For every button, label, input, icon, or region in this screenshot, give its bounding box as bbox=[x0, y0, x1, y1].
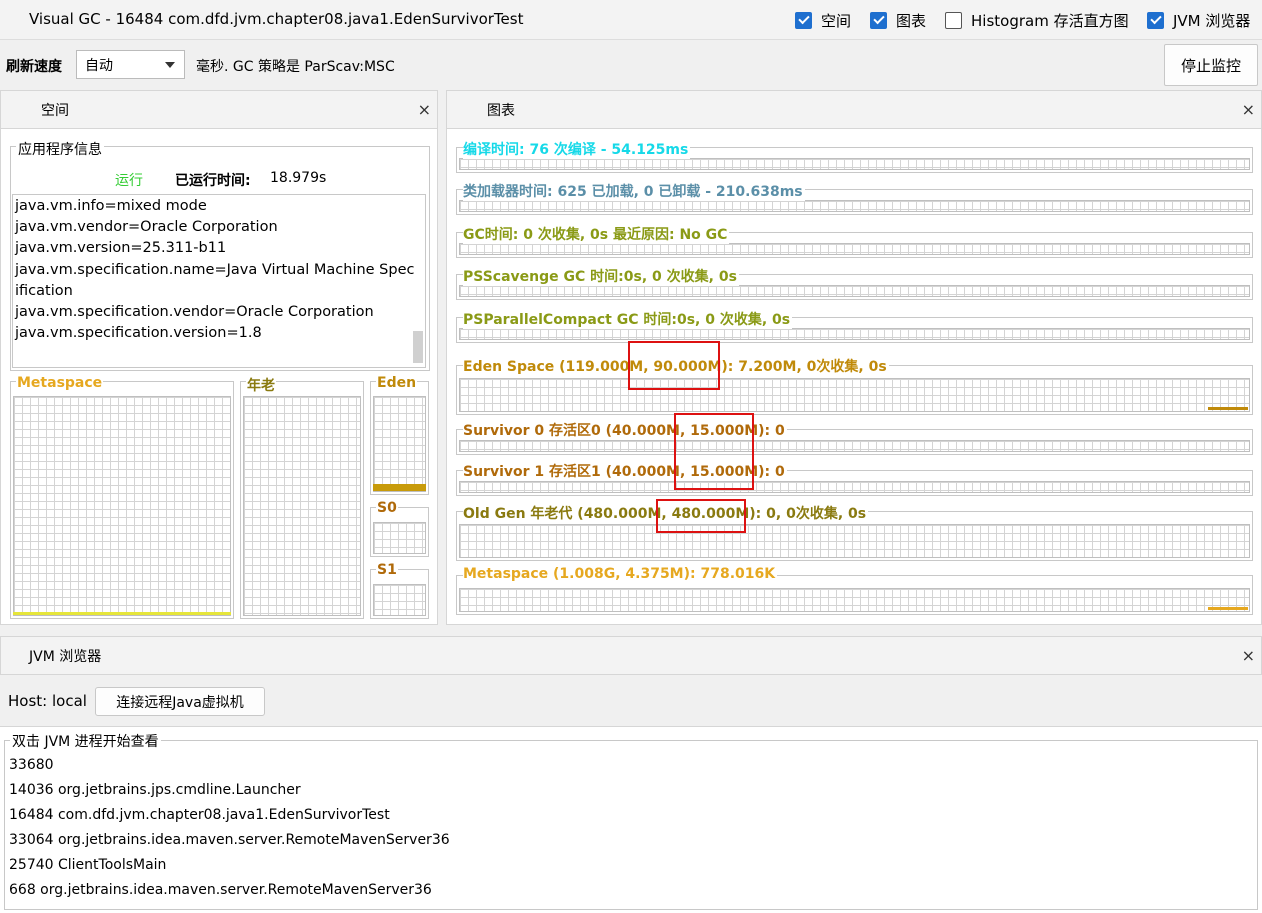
jvm-process-item[interactable]: 33680 bbox=[9, 753, 1249, 778]
chart-grid bbox=[459, 588, 1250, 612]
chart-grid bbox=[459, 524, 1250, 558]
eden-grid bbox=[373, 396, 426, 492]
stop-monitoring-button[interactable]: 停止监控 bbox=[1164, 44, 1258, 86]
checkbox-jvm-browser[interactable]: JVM 浏览器 bbox=[1147, 10, 1250, 30]
chart-grid bbox=[459, 285, 1250, 297]
charts-panel-title: 图表 bbox=[487, 102, 515, 119]
jvm-properties-list[interactable]: java.vm.info=mixed mode java.vm.vendor=Or… bbox=[12, 194, 426, 368]
checkbox-charts[interactable]: 图表 bbox=[870, 10, 926, 30]
host-label: Host: local bbox=[8, 692, 87, 710]
eden-region-label: Eden bbox=[376, 375, 418, 391]
checkbox-histogram-label: Histogram 存活直方图 bbox=[971, 11, 1129, 30]
chart-grid bbox=[459, 243, 1250, 255]
charts-panel-header: 图表 × bbox=[446, 90, 1262, 129]
s1-grid bbox=[373, 584, 426, 616]
chart-grid bbox=[459, 158, 1250, 170]
uptime-value: 18.979s bbox=[270, 170, 327, 186]
s1-region-label: S1 bbox=[376, 562, 398, 578]
chart-row-label: 类加载器时间: 625 已加载, 0 已卸载 - 210.638ms bbox=[463, 181, 805, 201]
chart-row-label: PSParallelCompact GC 时间:0s, 0 次收集, 0s bbox=[463, 309, 793, 329]
app-info-label: 应用程序信息 bbox=[16, 139, 104, 159]
uptime-label: 已运行时间: bbox=[175, 173, 251, 189]
checkbox-histogram-box[interactable] bbox=[945, 11, 962, 29]
close-icon[interactable]: × bbox=[1242, 646, 1255, 665]
jvm-browser-header: JVM 浏览器 × bbox=[0, 636, 1262, 675]
chart-row-label: PSScavenge GC 时间:0s, 0 次收集, 0s bbox=[463, 266, 739, 286]
metaspace-usage-bar bbox=[13, 612, 231, 615]
highlight-box bbox=[674, 413, 754, 490]
metaspace-grid bbox=[13, 396, 231, 616]
space-panel-title: 空间 bbox=[41, 102, 69, 119]
chart-usage-line bbox=[1208, 607, 1248, 610]
chart-grid bbox=[459, 328, 1250, 340]
status-text: 运行 bbox=[115, 173, 143, 189]
close-icon[interactable]: × bbox=[1242, 100, 1255, 119]
refresh-rate-select[interactable]: 自动 bbox=[76, 50, 185, 79]
highlight-box bbox=[656, 499, 746, 533]
chart-row-label: Metaspace (1.008G, 4.375M): 778.016K bbox=[463, 566, 778, 582]
chart-row-label: 编译时间: 76 次编译 - 54.125ms bbox=[463, 139, 691, 159]
jvm-browser-title: JVM 浏览器 bbox=[29, 648, 102, 665]
jvm-property-line: java.vm.info=mixed mode bbox=[15, 198, 207, 214]
connect-remote-button[interactable]: 连接远程Java虚拟机 bbox=[95, 687, 265, 716]
checkbox-histogram[interactable]: Histogram 存活直方图 bbox=[945, 10, 1129, 30]
metaspace-region-label: Metaspace bbox=[16, 375, 104, 391]
refresh-rate-label: 刷新速度 bbox=[6, 59, 62, 75]
gc-policy-text: 毫秒. GC 策略是 ParScav:MSC bbox=[196, 59, 395, 75]
checkbox-jvm-browser-box[interactable] bbox=[1147, 11, 1164, 29]
close-icon[interactable]: × bbox=[418, 100, 431, 119]
jvm-property-line: java.vm.version=25.311-b11 bbox=[15, 240, 227, 257]
chart-grid bbox=[459, 378, 1250, 412]
checkbox-space-label: 空间 bbox=[821, 11, 852, 30]
checkbox-charts-box[interactable] bbox=[870, 11, 887, 29]
window-title: Visual GC - 16484 com.dfd.jvm.chapter08.… bbox=[29, 10, 524, 28]
chart-grid bbox=[459, 200, 1250, 212]
jvm-property-line: java.vm.vendor=Oracle Corporation bbox=[15, 219, 278, 236]
checkbox-space[interactable]: 空间 bbox=[795, 10, 851, 30]
scrollbar-thumb[interactable] bbox=[413, 331, 423, 363]
jvm-process-list[interactable]: 33680 14036 org.jetbrains.jps.cmdline.Lau… bbox=[9, 753, 1249, 903]
chart-usage-line bbox=[1208, 407, 1248, 410]
refresh-rate-value: 自动 bbox=[85, 57, 113, 74]
checkbox-charts-label: 图表 bbox=[896, 11, 927, 30]
checkbox-space-box[interactable] bbox=[795, 11, 812, 29]
jvm-process-item[interactable]: 16484 com.dfd.jvm.chapter08.java1.EdenSu… bbox=[9, 803, 1249, 828]
eden-usage-bar bbox=[373, 484, 426, 491]
chart-row-label: GC时间: 0 次收集, 0s 最近原因: No GC bbox=[463, 224, 730, 244]
jvm-process-item[interactable]: 668 org.jetbrains.idea.maven.server.Remo… bbox=[9, 878, 1249, 903]
chart-grid bbox=[459, 481, 1250, 493]
jvm-property-line: java.vm.specification.vendor=Oracle Corp… bbox=[15, 304, 374, 321]
jvm-process-item[interactable]: 33064 org.jetbrains.idea.maven.server.Re… bbox=[9, 828, 1249, 853]
checkbox-jvm-browser-label: JVM 浏览器 bbox=[1173, 11, 1251, 30]
space-panel-header: 空间 × bbox=[0, 90, 438, 129]
s0-grid bbox=[373, 522, 426, 554]
highlight-box bbox=[628, 341, 720, 390]
jvm-property-line: ification bbox=[15, 282, 73, 299]
jvm-process-item[interactable]: 25740 ClientToolsMain bbox=[9, 853, 1249, 878]
jvm-property-line: java.vm.specification.version=1.8 bbox=[15, 325, 262, 342]
jvm-property-line: java.vm.specification.name=Java Virtual … bbox=[15, 261, 415, 278]
old-region-label: 年老 bbox=[246, 375, 276, 395]
jvm-list-label: 双击 JVM 进程开始查看 bbox=[10, 731, 161, 751]
chevron-down-icon bbox=[165, 62, 175, 68]
jvm-process-item[interactable]: 14036 org.jetbrains.jps.cmdline.Launcher bbox=[9, 778, 1249, 803]
s0-region-label: S0 bbox=[376, 500, 398, 516]
old-grid bbox=[243, 396, 361, 616]
chart-grid bbox=[459, 440, 1250, 452]
